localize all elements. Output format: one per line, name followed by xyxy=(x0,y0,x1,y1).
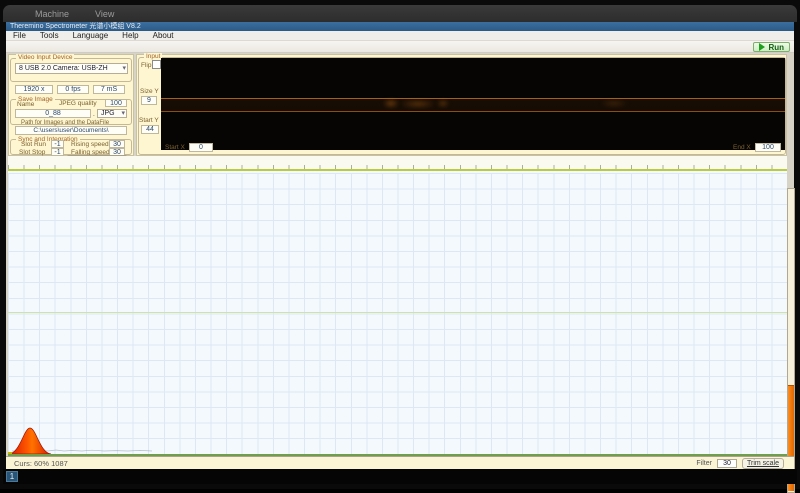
status-row: Curs: 60% 1087 Filter 30 Trim scale xyxy=(6,456,794,469)
start-y-label: Start Y xyxy=(139,117,159,124)
app-title: Theremino Spectrometer 光谱小模组 V8.2 xyxy=(10,23,141,30)
run-button-label: Run xyxy=(768,42,784,52)
fps-box: 0 fps xyxy=(57,85,89,94)
end-x-label: End X xyxy=(733,144,751,151)
wavelength-ruler xyxy=(8,156,787,171)
video-device-select[interactable]: 8 USB 2.0 Camera: USB-ZH xyxy=(15,63,128,74)
size-y-box[interactable]: 9 xyxy=(141,96,157,105)
rising-speed-box[interactable]: 30 xyxy=(109,140,125,148)
slot-run-box[interactable]: -1 xyxy=(51,140,64,148)
image-name-box[interactable]: 0_88 xyxy=(15,109,91,118)
filter-input[interactable]: 30 xyxy=(716,458,737,468)
rising-speed-label: Rising speed xyxy=(71,141,109,148)
cursor-readout: Curs: 60% 1087 xyxy=(14,458,68,468)
run-button[interactable]: Run xyxy=(753,42,790,52)
start-y-box[interactable]: 44 xyxy=(141,125,159,134)
path-box[interactable]: C:\users\user\Documents\ xyxy=(15,126,127,135)
main-content: Video Input Device 8 USB 2.0 Camera: USB… xyxy=(6,53,795,493)
vm-menu-view[interactable]: View xyxy=(95,9,114,19)
plot-area[interactable] xyxy=(8,173,787,456)
slot-stop-label: Slot Stop xyxy=(19,149,46,156)
input-group-label: Input xyxy=(144,53,163,60)
emission-peak xyxy=(8,427,52,455)
format-value: JPG xyxy=(101,110,115,117)
start-x-label: Start X xyxy=(165,144,185,151)
jpeg-quality-box[interactable]: 100 xyxy=(105,99,127,107)
jpeg-quality-label: JPEG quality xyxy=(59,100,97,107)
left-panel: Video Input Device 8 USB 2.0 Camera: USB… xyxy=(8,54,134,171)
intensity-scrollbar[interactable] xyxy=(787,188,795,493)
app-menubar: File Tools Language Help About xyxy=(6,31,794,41)
app-titlebar[interactable]: Theremino Spectrometer 光谱小模组 V8.2 xyxy=(6,22,794,31)
video-input-groupbox: Video Input Device 8 USB 2.0 Camera: USB… xyxy=(10,54,132,82)
vm-menu-machine[interactable]: Machine xyxy=(35,9,69,19)
menu-language[interactable]: Language xyxy=(66,31,116,40)
app-window: Theremino Spectrometer 光谱小模组 V8.2 File To… xyxy=(6,22,795,493)
latency-box: 7 mS xyxy=(93,85,125,94)
vm-menubar: Machine View xyxy=(3,5,797,22)
video-input-group-label: Video Input Device xyxy=(16,54,75,61)
filter-label: Filter xyxy=(696,459,712,467)
start-x-box[interactable]: 0 xyxy=(189,143,213,152)
trim-scale-button[interactable]: Trim scale xyxy=(741,457,784,469)
toolbar: Run xyxy=(6,41,794,53)
size-y-label: Size Y xyxy=(140,88,159,95)
integration-band[interactable] xyxy=(161,98,785,112)
end-x-box[interactable]: 100 xyxy=(755,143,781,152)
menu-file[interactable]: File xyxy=(6,31,33,40)
ruler-minor-ticks xyxy=(8,165,787,169)
name-label: Name xyxy=(17,101,35,108)
format-select[interactable]: JPG xyxy=(97,109,127,118)
flip-label: Flip xyxy=(141,62,152,69)
menu-about[interactable]: About xyxy=(146,31,181,40)
resolution-box[interactable]: 1920 x xyxy=(15,85,53,94)
play-icon xyxy=(759,43,766,51)
screen: Machine View Theremino Spectrometer 光谱小模组… xyxy=(0,0,800,493)
slot-run-label: Slot Run xyxy=(21,141,46,148)
desktop-statusbar: 1 xyxy=(3,469,797,484)
menu-tools[interactable]: Tools xyxy=(33,31,66,40)
video-device-value: 8 USB 2.0 Camera: USB-ZH xyxy=(19,65,108,72)
reference-line xyxy=(8,312,787,313)
workspace-button[interactable]: 1 xyxy=(6,471,18,482)
extension-dot: . xyxy=(93,111,95,118)
spectrum-graph[interactable] xyxy=(8,156,787,456)
menu-help[interactable]: Help xyxy=(115,31,145,40)
flip-checkbox[interactable] xyxy=(152,60,161,69)
input-panel: Input Flip Size Y 9 Start Y 44 Start X 0… xyxy=(136,53,787,156)
status-row-controls: Filter 30 Trim scale xyxy=(696,457,784,469)
